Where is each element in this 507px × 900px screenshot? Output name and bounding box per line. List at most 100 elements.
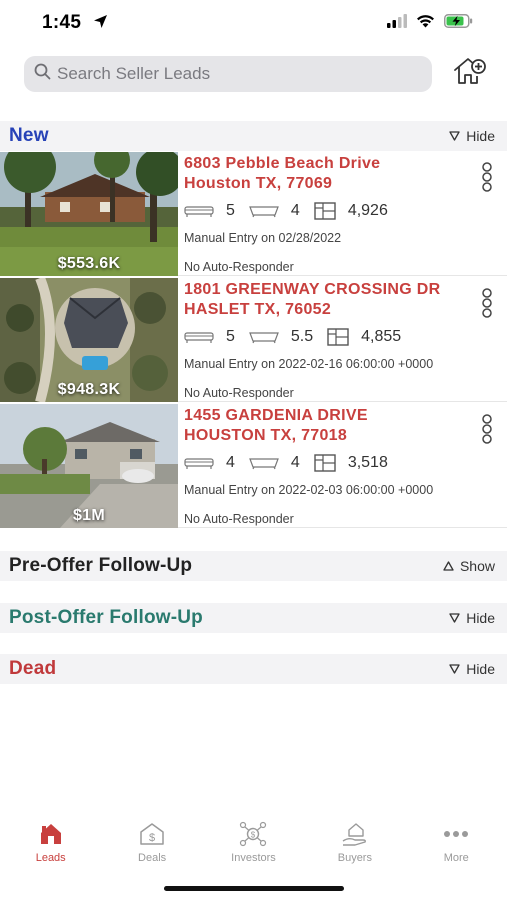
deals-dollar-house-icon: $: [139, 820, 165, 848]
add-lead-button[interactable]: [451, 54, 489, 92]
house-plus-icon: [453, 56, 487, 91]
beds-value: 5: [226, 328, 235, 345]
tab-label: Leads: [35, 852, 66, 864]
lead-card[interactable]: $553.6K 6803 Pebble Beach Drive Houston …: [0, 152, 507, 276]
lead-options-button[interactable]: [479, 414, 495, 444]
tab-label: Deals: [138, 852, 167, 864]
bathtub-icon: [249, 332, 279, 344]
auto-responder-status: No Auto-Responder: [184, 260, 294, 274]
search-icon: [34, 63, 51, 85]
address-line1: 1801 GREENWAY CROSSING DR: [184, 281, 441, 298]
tab-label: Investors: [231, 852, 276, 864]
tab-buyers[interactable]: Buyers: [304, 820, 405, 872]
tab-label: More: [443, 852, 469, 864]
lead-card[interactable]: $948.3K 1801 GREENWAY CROSSING DR HASLET…: [0, 278, 507, 402]
tab-leads[interactable]: Leads: [0, 820, 101, 872]
sqft-value: 3,518: [347, 454, 388, 471]
section-toggle-hide[interactable]: Hide: [449, 128, 495, 144]
sqft-value: 4,926: [347, 202, 388, 219]
home-indicator[interactable]: [164, 886, 344, 891]
section-title: Post-Offer Follow-Up: [9, 607, 203, 628]
lead-price: $1M: [72, 507, 106, 524]
vertical-dots-icon: [482, 162, 492, 192]
beds-stat: 5: [184, 202, 235, 220]
section-header-new[interactable]: New Hide: [0, 121, 507, 151]
status-icons: [387, 14, 473, 33]
section-toggle-hide[interactable]: Hide: [449, 610, 495, 626]
tab-investors[interactable]: $ Investors: [203, 820, 304, 872]
bed-icon: [184, 332, 214, 343]
section-title: New: [9, 125, 49, 146]
lead-options-button[interactable]: [479, 162, 495, 192]
triangle-up-icon: [443, 561, 454, 571]
section-toggle-hide[interactable]: Hide: [449, 661, 495, 677]
lead-source: Manual Entry on 2022-02-03 06:00:00 +000…: [184, 483, 434, 497]
lead-price: $948.3K: [57, 381, 121, 398]
bed-icon: [184, 458, 214, 469]
baths-stat: 4: [249, 202, 300, 220]
toggle-label: Hide: [466, 610, 495, 626]
triangle-down-icon: [449, 613, 460, 623]
toggle-label: Hide: [466, 661, 495, 677]
address-line2: HASLET TX, 76052: [184, 301, 332, 318]
lead-source: Manual Entry on 2022-02-16 06:00:00 +000…: [184, 357, 434, 371]
wifi-icon: [416, 14, 435, 33]
baths-stat: 4: [249, 454, 300, 472]
floorplan-icon: [314, 454, 336, 472]
auto-responder-status: No Auto-Responder: [184, 386, 294, 400]
cellular-signal-icon: [387, 14, 407, 33]
search-input[interactable]: [57, 64, 417, 84]
address-line1: 6803 Pebble Beach Drive: [184, 155, 381, 172]
baths-value: 4: [290, 454, 300, 471]
address-line2: HOUSTON TX, 77018: [184, 427, 348, 444]
search-row: [0, 54, 507, 94]
status-bar: 1:45: [0, 0, 507, 48]
leads-house-icon: [39, 820, 63, 848]
svg-text:$: $: [251, 831, 256, 840]
baths-stat: 5.5: [249, 328, 313, 346]
tab-label: Buyers: [337, 852, 372, 864]
lead-card[interactable]: $1M 1455 GARDENIA DRIVE HOUSTON TX, 7701…: [0, 404, 507, 528]
tab-deals[interactable]: $ Deals: [101, 820, 202, 872]
vertical-dots-icon: [482, 288, 492, 318]
lead-info: 1455 GARDENIA DRIVE HOUSTON TX, 77018 4 …: [184, 406, 469, 497]
clock-time: 1:45: [42, 12, 82, 33]
buyers-hand-house-icon: [341, 820, 369, 848]
section-title: Pre-Offer Follow-Up: [9, 555, 193, 576]
bathtub-icon: [249, 206, 279, 218]
toggle-label: Show: [459, 558, 495, 574]
search-box[interactable]: [24, 56, 432, 92]
beds-value: 5: [226, 202, 235, 219]
baths-value: 5.5: [290, 328, 314, 345]
property-stats: 5 4 4,926: [184, 200, 469, 222]
status-time: 1:45: [42, 12, 108, 35]
floorplan-icon: [314, 202, 336, 220]
section-header-post-offer[interactable]: Post-Offer Follow-Up Hide: [0, 603, 507, 633]
svg-text:$: $: [149, 832, 155, 844]
floorplan-icon: [327, 328, 349, 346]
section-toggle-show[interactable]: Show: [443, 558, 495, 574]
lead-info: 6803 Pebble Beach Drive Houston TX, 7706…: [184, 154, 469, 245]
triangle-down-icon: [449, 131, 460, 141]
bathtub-icon: [249, 458, 279, 470]
sqft-stat: 3,518: [314, 454, 388, 472]
auto-responder-status: No Auto-Responder: [184, 512, 294, 526]
lead-source: Manual Entry on 02/28/2022: [184, 231, 342, 245]
section-header-dead[interactable]: Dead Hide: [0, 654, 507, 684]
address-line2: Houston TX, 77069: [184, 175, 333, 192]
lead-price: $553.6K: [57, 255, 121, 272]
property-photo: $1M: [0, 404, 178, 528]
property-stats: 4 4 3,518: [184, 452, 469, 474]
lead-info: 1801 GREENWAY CROSSING DR HASLET TX, 760…: [184, 280, 469, 371]
sqft-stat: 4,855: [327, 328, 401, 346]
property-photo: $948.3K: [0, 278, 178, 402]
sqft-stat: 4,926: [314, 202, 388, 220]
section-header-pre-offer[interactable]: Pre-Offer Follow-Up Show: [0, 551, 507, 581]
location-arrow-icon: [93, 13, 108, 35]
section-title: Dead: [9, 658, 57, 679]
tab-more[interactable]: More: [406, 820, 507, 872]
sqft-value: 4,855: [361, 328, 402, 345]
beds-stat: 4: [184, 454, 235, 472]
lead-options-button[interactable]: [479, 288, 495, 318]
tab-bar: Leads $ Deals $ Investors Buyers More: [0, 820, 507, 872]
